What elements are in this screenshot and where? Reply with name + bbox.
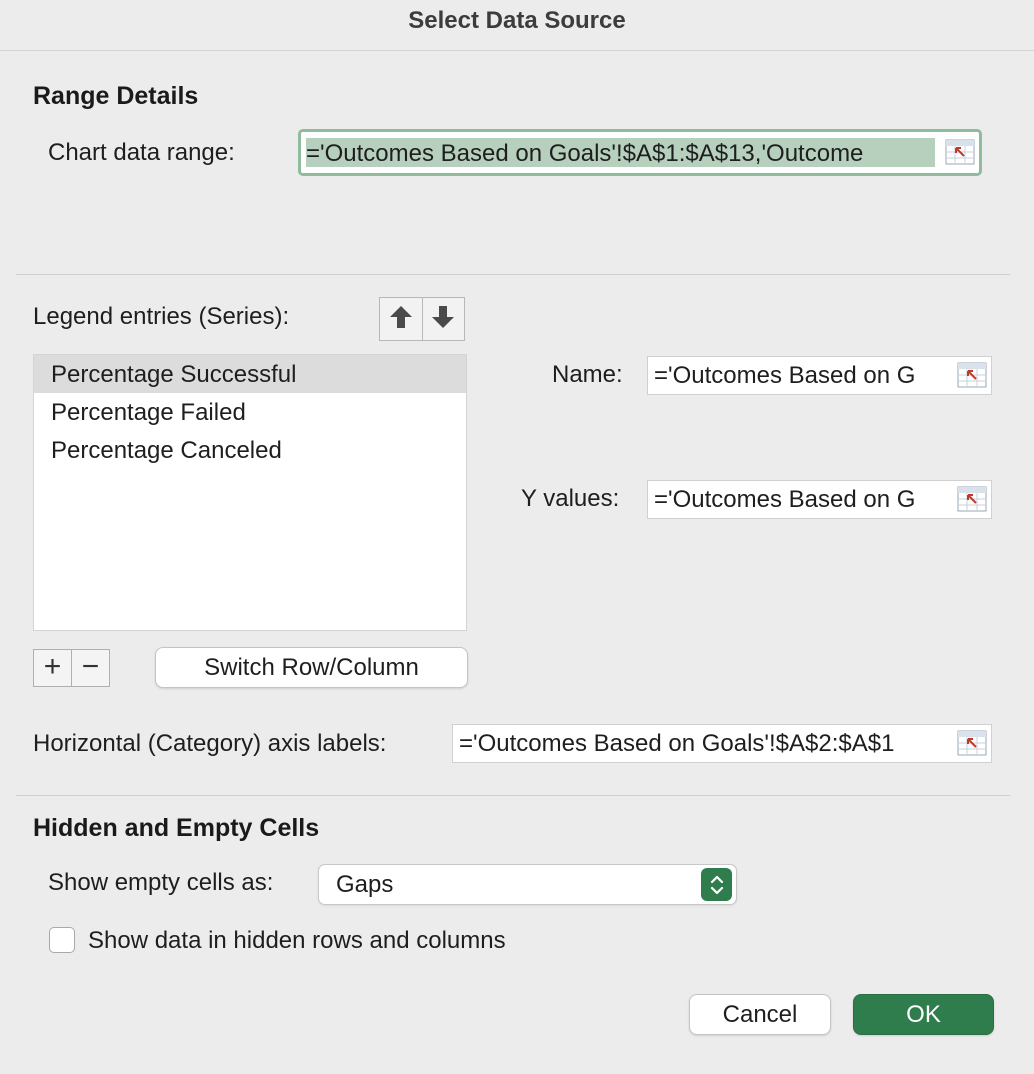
arrow-down-icon [431, 304, 455, 335]
y-values-label: Y values: [521, 485, 620, 512]
move-down-button[interactable] [421, 298, 465, 340]
y-values-value[interactable]: ='Outcomes Based on G [654, 481, 947, 518]
series-item[interactable]: Percentage Canceled [34, 431, 466, 469]
category-axis-field[interactable]: ='Outcomes Based on Goals'!$A$2:$A$1 [452, 724, 992, 763]
add-series-button[interactable]: + [34, 650, 71, 686]
chart-data-range-label: Chart data range: [48, 139, 235, 166]
add-remove-series[interactable]: + − [33, 649, 110, 687]
y-values-field[interactable]: ='Outcomes Based on G [647, 480, 992, 519]
chart-data-range-value[interactable]: ='Outcomes Based on Goals'!$A$1:$A$13,'O… [306, 138, 935, 167]
move-up-button[interactable] [380, 298, 422, 340]
show-hidden-data-label: Show data in hidden rows and columns [88, 927, 506, 954]
series-name-label: Name: [552, 361, 623, 388]
collapse-dialog-icon[interactable] [957, 362, 987, 388]
series-item[interactable]: Percentage Successful [34, 355, 466, 393]
collapse-dialog-icon[interactable] [957, 486, 987, 512]
series-name-value[interactable]: ='Outcomes Based on G [654, 357, 947, 394]
chevron-up-down-icon[interactable] [701, 868, 732, 901]
section-divider [16, 274, 1010, 275]
collapse-dialog-icon[interactable] [945, 139, 975, 165]
show-empty-cells-value: Gaps [336, 871, 394, 898]
arrow-up-icon [389, 304, 413, 335]
series-item[interactable]: Percentage Failed [34, 393, 466, 431]
section-divider [16, 795, 1010, 796]
chart-data-range-field[interactable]: ='Outcomes Based on Goals'!$A$1:$A$13,'O… [298, 129, 982, 176]
remove-series-button[interactable]: − [71, 650, 109, 686]
series-list[interactable]: Percentage Successful Percentage Failed … [33, 354, 467, 631]
legend-entries-label: Legend entries (Series): [33, 303, 290, 330]
collapse-dialog-icon[interactable] [957, 730, 987, 756]
cancel-button[interactable]: Cancel [689, 994, 831, 1035]
show-empty-cells-label: Show empty cells as: [48, 869, 274, 896]
series-name-field[interactable]: ='Outcomes Based on G [647, 356, 992, 395]
dialog-title: Select Data Source [0, 0, 1034, 51]
range-details-heading: Range Details [33, 82, 199, 110]
ok-button[interactable]: OK [853, 994, 994, 1035]
series-order-control[interactable] [379, 297, 465, 341]
show-empty-cells-select[interactable]: Gaps [318, 864, 737, 905]
hidden-empty-heading: Hidden and Empty Cells [33, 814, 320, 842]
show-hidden-data-checkbox[interactable] [49, 927, 75, 953]
category-axis-label: Horizontal (Category) axis labels: [33, 730, 387, 757]
switch-row-column-button[interactable]: Switch Row/Column [155, 647, 468, 688]
category-axis-value[interactable]: ='Outcomes Based on Goals'!$A$2:$A$1 [459, 725, 947, 762]
